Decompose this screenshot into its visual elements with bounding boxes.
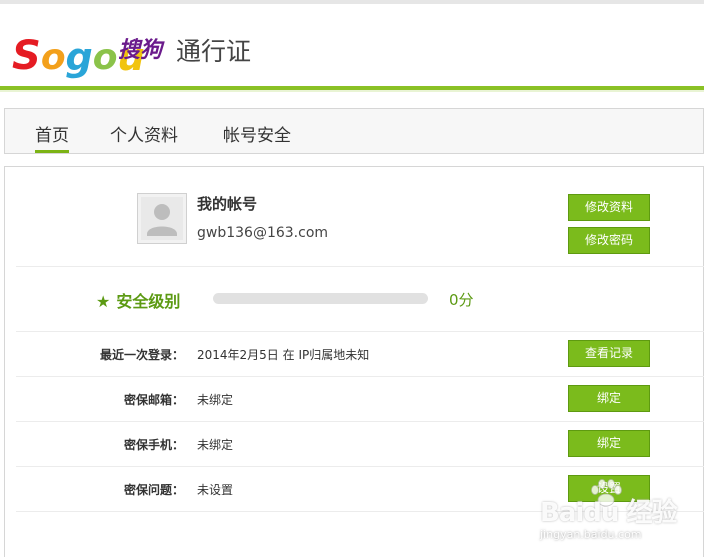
star-icon: ★ [96, 292, 111, 311]
change-password-button[interactable]: 修改密码 [568, 227, 650, 254]
baidu-watermark: Baidu 经验 [540, 498, 677, 528]
avatar[interactable] [137, 193, 187, 244]
divider [16, 376, 704, 377]
security-email-value: 未绑定 [197, 393, 234, 407]
security-progress-bar [213, 293, 428, 304]
divider [16, 331, 704, 332]
edit-profile-button[interactable]: 修改资料 [568, 194, 650, 221]
divider [16, 466, 704, 467]
tab-home[interactable]: 首页 [35, 121, 69, 153]
security-phone-label: 密保手机： [123, 438, 184, 452]
security-question-value: 未设置 [197, 483, 234, 497]
bind-email-button[interactable]: 绑定 [568, 385, 650, 412]
account-title: 我的帐号 [197, 195, 258, 213]
page-title: 通行证 [176, 37, 252, 66]
logo-chinese-text: 搜狗 [118, 38, 163, 63]
security-score: 0分 [449, 291, 474, 309]
bind-phone-button[interactable]: 绑定 [568, 430, 650, 457]
security-question-label: 密保问题： [123, 483, 184, 497]
baidu-watermark-url: jingyan.baidu.com [540, 528, 642, 541]
divider [16, 421, 704, 422]
tab-bar: 首页 个人资料 帐号安全 [4, 108, 704, 154]
divider [16, 266, 704, 267]
tab-profile[interactable]: 个人资料 [110, 121, 178, 146]
logo-letter: o [92, 37, 118, 78]
logo-letter: g [65, 35, 93, 79]
security-level-label: ★ 安全级别 [96, 288, 180, 312]
security-email-label: 密保邮箱： [123, 393, 184, 407]
security-phone-value: 未绑定 [197, 438, 234, 452]
header: S o g o u 搜狗 通行证 [0, 4, 704, 88]
logo-letter: S [12, 33, 41, 79]
last-login-label: 最近一次登录： [99, 348, 184, 362]
header-divider-shadow [0, 90, 704, 92]
security-level-text: 安全级别 [116, 292, 181, 311]
logo-letter: o [40, 37, 66, 78]
account-email: gwb136@163.com [197, 225, 329, 241]
user-silhouette-icon [141, 197, 183, 240]
last-login-value: 2014年2月5日 在 IP归属地未知 [197, 348, 370, 362]
view-records-button[interactable]: 查看记录 [568, 340, 650, 367]
tab-account-security[interactable]: 帐号安全 [223, 121, 291, 146]
